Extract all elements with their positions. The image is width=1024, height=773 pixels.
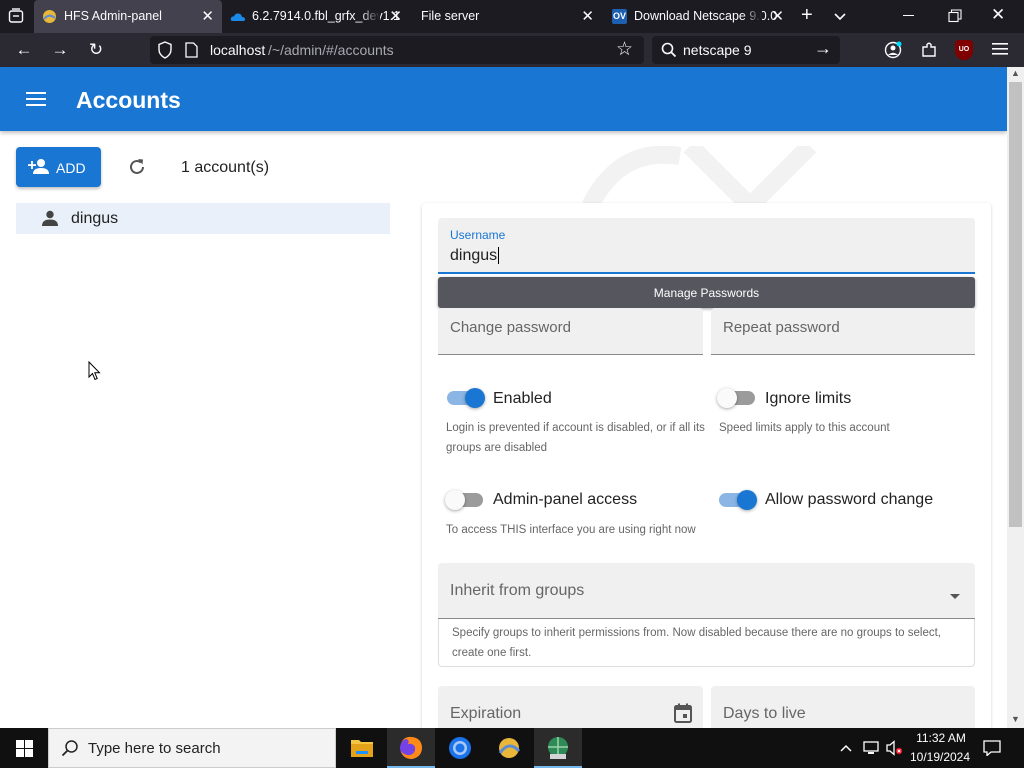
enabled-toggle[interactable]: [447, 388, 485, 408]
ignore-limits-label: Ignore limits: [765, 390, 852, 407]
repeat-password-label: Repeat password: [723, 319, 840, 336]
taskbar-search-placeholder: Type here to search: [88, 740, 221, 757]
file-explorer-taskbar-icon[interactable]: [338, 728, 386, 768]
ignore-limits-toggle[interactable]: [717, 388, 755, 408]
page-info-icon[interactable]: [185, 42, 198, 63]
admin-access-help: To access THIS interface you are using r…: [446, 524, 696, 536]
forward-arrow-icon[interactable]: →: [46, 33, 74, 67]
onedrive-cloud-icon: [230, 9, 245, 24]
allow-password-change-label: Allow password change: [765, 491, 934, 508]
admin-access-toggle[interactable]: [445, 490, 483, 510]
notifications-icon[interactable]: [983, 740, 1001, 761]
ublock-origin-icon[interactable]: UO: [955, 40, 973, 60]
app-menu-hamburger-icon[interactable]: [992, 42, 1008, 61]
tab-title: HFS Admin-panel: [64, 9, 162, 23]
hfs-taskbar-icon[interactable]: [485, 728, 533, 768]
chrome-taskbar-icon[interactable]: [436, 728, 484, 768]
enabled-label: Enabled: [493, 390, 552, 407]
window-close-icon[interactable]: ✕: [991, 5, 1005, 25]
url-bar[interactable]: localhost /~/admin/#/accounts ☆: [150, 36, 644, 64]
network-app-taskbar-icon[interactable]: [534, 728, 582, 768]
tab-file-server[interactable]: File server ✕: [410, 0, 602, 33]
search-icon: [661, 42, 677, 63]
tab-title: File server: [421, 9, 480, 23]
taskbar-search-box[interactable]: Type here to search: [48, 728, 336, 768]
admin-access-label: Admin-panel access: [493, 491, 638, 508]
tray-chevron-up-icon[interactable]: [839, 741, 853, 760]
add-account-button[interactable]: ADD: [16, 147, 101, 187]
window-restore-icon[interactable]: [948, 9, 962, 28]
scroll-down-arrow-icon[interactable]: ▼: [1011, 714, 1020, 724]
calendar-icon[interactable]: [674, 703, 692, 728]
network-icon[interactable]: [862, 740, 880, 761]
person-icon: [42, 210, 58, 231]
new-tab-plus-icon[interactable]: +: [801, 4, 813, 27]
tab-close-icon[interactable]: ✕: [771, 7, 784, 25]
refresh-icon[interactable]: [127, 157, 147, 182]
ov-favicon-icon: OV: [612, 9, 627, 24]
enabled-help: Login is prevented if account is disable…: [446, 422, 705, 454]
username-input[interactable]: dingus: [450, 247, 500, 265]
windows-start-icon[interactable]: [16, 740, 33, 762]
url-host: localhost: [210, 42, 266, 58]
dropdown-arrow-icon: [950, 587, 960, 605]
ignore-limits-help: Speed limits apply to this account: [719, 422, 890, 434]
search-go-arrow-icon[interactable]: →: [814, 38, 832, 59]
manage-passwords-button[interactable]: Manage Passwords: [438, 277, 975, 308]
page-title: Accounts: [76, 87, 181, 113]
volume-muted-icon[interactable]: [885, 740, 903, 761]
window-minimize-icon[interactable]: [903, 15, 914, 16]
tab-close-icon[interactable]: ✕: [201, 7, 214, 25]
tab-overview-icon[interactable]: [8, 8, 24, 24]
account-icon[interactable]: [884, 41, 902, 64]
tab-close-icon[interactable]: ✕: [581, 7, 594, 25]
search-bar[interactable]: netscape 9 →: [652, 36, 840, 64]
tab-netscape-download[interactable]: OV Download Netscape 9.0.0 ✕: [604, 0, 792, 33]
firefox-taskbar-icon[interactable]: [387, 728, 435, 768]
taskbar-search-icon: [61, 739, 79, 762]
clock-date[interactable]: 10/19/2024: [907, 750, 973, 764]
bookmark-star-icon[interactable]: ☆: [616, 38, 633, 61]
add-button-label: ADD: [56, 160, 86, 176]
tab-hfs-admin[interactable]: HFS Admin-panel ✕: [34, 0, 222, 33]
change-password-label: Change password: [450, 319, 571, 336]
allow-password-change-toggle[interactable]: [719, 490, 757, 510]
expiration-label: Expiration: [450, 705, 522, 722]
inherit-groups-select[interactable]: Inherit from groups: [438, 563, 975, 619]
account-list-item[interactable]: dingus: [16, 203, 390, 234]
extensions-puzzle-icon[interactable]: [920, 41, 938, 64]
tab-onedrive[interactable]: 6.2.7914.0.fbl_grfx_dev1.1 ✕: [222, 0, 410, 33]
shield-icon[interactable]: [157, 41, 173, 64]
list-tabs-chevron-icon[interactable]: [832, 8, 848, 29]
mouse-cursor-icon: [88, 360, 101, 386]
username-label: Username: [450, 228, 506, 242]
search-input[interactable]: netscape 9: [683, 42, 752, 58]
back-arrow-icon[interactable]: ←: [10, 33, 38, 67]
clock-time[interactable]: 11:32 AM: [912, 731, 970, 745]
browser-tab-bar: HFS Admin-panel ✕ 6.2.7914.0.fbl_grfx_de…: [0, 0, 1024, 33]
background-logo-watermark: [580, 146, 820, 206]
app-header: Accounts: [0, 67, 1007, 131]
username-field[interactable]: Username dingus: [438, 218, 975, 274]
url-path: /~/admin/#/accounts: [268, 42, 394, 58]
scroll-up-arrow-icon[interactable]: ▲: [1011, 68, 1020, 78]
scrollbar-thumb[interactable]: [1009, 82, 1022, 527]
inherit-groups-help: Specify groups to inherit permissions fr…: [452, 627, 942, 659]
repeat-password-field[interactable]: Repeat password: [711, 308, 975, 355]
change-password-field[interactable]: Change password: [438, 308, 703, 355]
tab-close-icon[interactable]: ✕: [389, 7, 402, 25]
manage-passwords-label: Manage Passwords: [653, 286, 760, 300]
account-name: dingus: [71, 210, 119, 227]
inherit-groups-label: Inherit from groups: [450, 582, 585, 599]
menu-hamburger-icon[interactable]: [26, 92, 46, 111]
reload-icon[interactable]: ↻: [82, 33, 110, 67]
hfs-favicon-icon: [42, 9, 57, 24]
person-add-icon: [28, 158, 50, 179]
days-to-live-label: Days to live: [723, 705, 806, 722]
account-count: 1 account(s): [181, 159, 270, 176]
